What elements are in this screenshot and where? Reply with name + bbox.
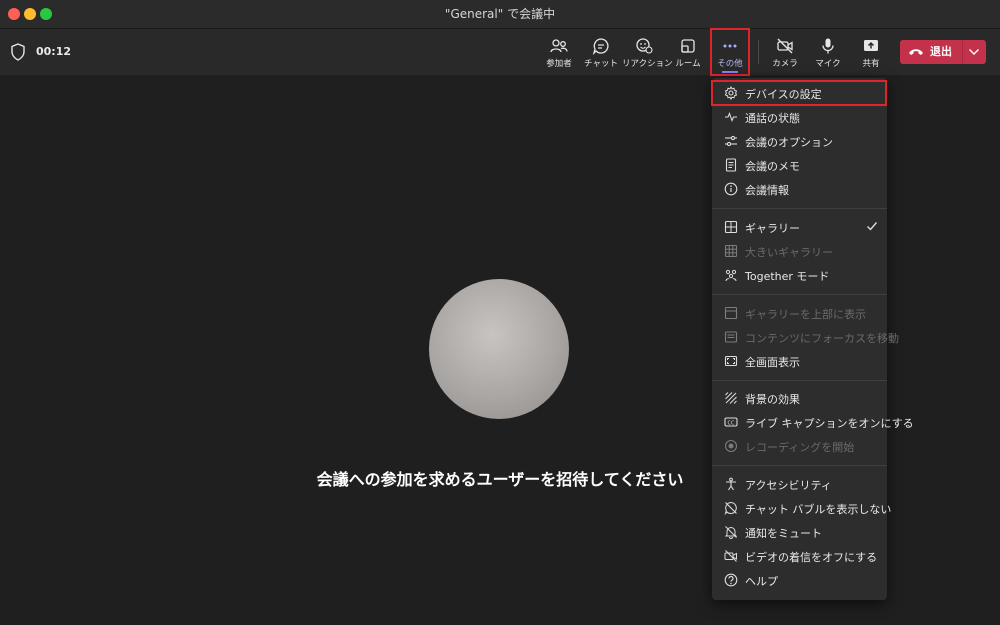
menu-item-meeting-notes[interactable]: 会議のメモ [712,154,887,176]
menu-label: Together モード [745,270,830,283]
menu-item-background-effects[interactable]: 背景の効果 [712,387,887,409]
share-button[interactable]: 共有 [849,35,893,73]
participants-button[interactable]: 参加者 [537,35,581,73]
share-screen-icon [864,40,878,51]
group-icon [725,269,737,282]
record-icon [724,439,738,453]
menu-item-video-off-incoming[interactable]: ビデオの着信をオフにする [712,545,887,567]
menu-divider [712,294,887,295]
closed-captions-icon: CC [724,417,738,427]
pulse-icon [725,111,737,123]
rooms-button[interactable]: ルーム [666,35,710,73]
call-timer: 00:12 [36,45,72,58]
menu-item-live-captions[interactable]: CC ライブ キャプションをオンにする [712,411,914,433]
more-options-menu: デバイスの設定 通話の状態 会議のオプション 会議のメモ 会議情報 ギャラリー … [712,78,914,600]
menu-label: 会議のオプション [745,136,833,149]
menu-item-fullscreen[interactable]: 全画面表示 [712,350,887,372]
menu-item-large-gallery: 大きいギャラリー [712,240,887,262]
chevron-down-icon[interactable] [968,48,980,56]
window-title-bar: "General" で会議中 [0,0,1000,29]
menu-item-mute-notifications[interactable]: 通知をミュート [712,521,887,543]
reaction-icon [636,38,653,54]
leave-split-divider [962,40,963,64]
leave-label-wrap: 退出 [900,40,962,64]
menu-label: ヘルプ [745,575,778,588]
camera-off-icon [777,38,793,54]
svg-text:CC: CC [728,420,735,426]
menu-label: コンテンツにフォーカスを移動 [745,332,899,345]
large-grid-icon [724,244,738,258]
participants-label: 参加者 [546,59,572,69]
notes-icon [725,158,737,172]
menu-item-call-health[interactable]: 通話の状態 [712,106,887,128]
menu-divider [712,465,887,466]
menu-item-together-mode[interactable]: Together モード [712,264,887,286]
camera-button[interactable]: カメラ [763,35,807,73]
meeting-toolbar: 00:12 参加者 チャット リアクション ルーム その他 カメラ マイク 共有 [0,29,1000,75]
menu-item-gallery[interactable]: ギャラリー [712,216,887,238]
menu-label: レコーディングを開始 [745,441,855,454]
fullscreen-icon [724,355,738,367]
menu-label: 通話の状態 [745,112,800,125]
menu-item-hide-chat-bubbles[interactable]: チャット バブルを表示しない [712,497,891,519]
menu-item-gallery-top: ギャラリーを上部に表示 [712,302,887,324]
menu-label: 背景の効果 [745,393,800,406]
microphone-icon [822,38,834,54]
leave-button[interactable]: 退出 [900,40,986,64]
menu-label: ライブ キャプションをオンにする [745,417,914,430]
rooms-label: ルーム [675,59,701,69]
help-icon [724,573,738,587]
menu-item-help[interactable]: ヘルプ [712,569,887,591]
mic-label: マイク [815,59,841,69]
focus-icon [724,331,738,343]
chat-off-icon [724,501,737,515]
accessibility-icon [726,477,736,491]
menu-divider [712,208,887,209]
menu-item-accessibility[interactable]: アクセシビリティ [712,473,887,495]
shield-icon [11,43,25,61]
chat-label: チャット [584,59,618,69]
people-icon [550,39,568,53]
bell-off-icon [724,526,738,539]
menu-label: 会議のメモ [745,160,800,173]
video-off-icon [724,550,737,562]
menu-item-meeting-info[interactable]: 会議情報 [712,178,887,200]
window-title: "General" で会議中 [444,7,556,21]
reactions-button[interactable]: リアクション [622,35,673,73]
menu-label: 通知をミュート [745,527,822,540]
menu-item-focus-content: コンテンツにフォーカスを移動 [712,326,899,348]
mic-button[interactable]: マイク [806,35,850,73]
menu-label: チャット バブルを表示しない [745,503,892,516]
chat-button[interactable]: チャット [579,35,623,73]
menu-label: ビデオの着信をオフにする [745,551,878,564]
share-label: 共有 [862,59,880,69]
background-effects-icon [725,392,737,404]
invite-message: 会議への参加を求めるユーザーを招待してください [316,470,684,489]
menu-label: 全画面表示 [745,356,800,369]
grid-icon [724,220,738,234]
device-settings-highlight [711,80,887,106]
info-icon [724,182,738,196]
menu-item-start-recording: レコーディングを開始 [712,435,887,457]
gallery-top-icon [724,306,738,320]
leave-label: 退出 [930,45,952,58]
rooms-icon [681,39,695,53]
camera-label: カメラ [772,59,798,69]
menu-label: ギャラリー [745,222,800,235]
participant-avatar [429,279,569,419]
chat-icon [592,38,609,55]
menu-divider [712,380,887,381]
menu-label: 会議情報 [745,184,789,197]
menu-item-meeting-options[interactable]: 会議のオプション [712,130,887,152]
checkmark-icon [867,222,878,231]
toolbar-divider [758,40,759,64]
sliders-icon [725,135,737,147]
menu-label: 大きいギャラリー [745,246,833,259]
menu-label: ギャラリーを上部に表示 [745,308,866,321]
menu-label: アクセシビリティ [745,479,832,492]
more-button-highlight [710,28,750,76]
reactions-label: リアクション [622,59,673,69]
